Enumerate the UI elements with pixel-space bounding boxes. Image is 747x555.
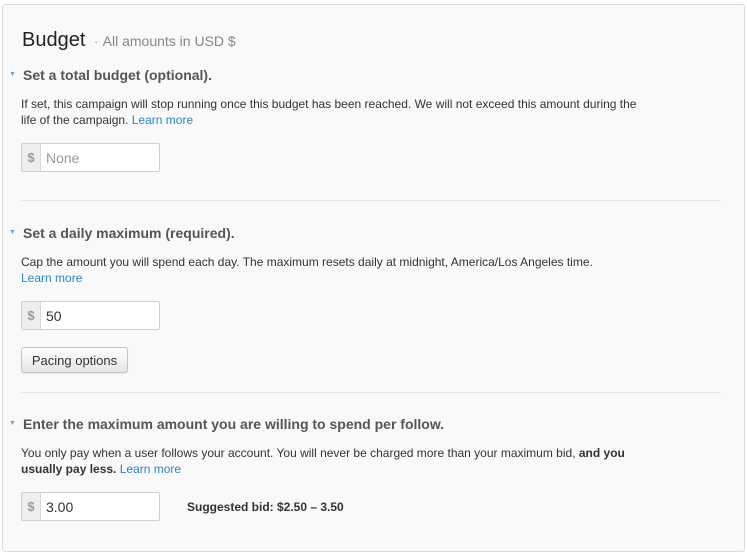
total-budget-learn-more-link[interactable]: Learn more xyxy=(132,113,193,127)
budget-heading: Budget · All amounts in USD $ xyxy=(22,29,236,52)
caret-down-icon: ▼ xyxy=(9,71,16,78)
max-bid-description-text: You only pay when a user follows your ac… xyxy=(21,446,576,460)
total-budget-input[interactable] xyxy=(41,144,156,171)
currency-note: All amounts in USD $ xyxy=(102,33,236,49)
daily-max-learn-more-link[interactable]: Learn more xyxy=(21,271,82,285)
suggested-bid-text: Suggested bid: $2.50 – 3.50 xyxy=(187,500,344,514)
total-budget-description-text: If set, this campaign will stop running … xyxy=(21,97,637,127)
currency-symbol: $ xyxy=(22,144,41,171)
max-bid-title: Enter the maximum amount you are willing… xyxy=(23,416,445,432)
daily-max-input[interactable] xyxy=(41,302,156,329)
total-budget-description: If set, this campaign will stop running … xyxy=(21,96,646,128)
section-divider xyxy=(21,392,721,393)
currency-symbol: $ xyxy=(22,493,41,520)
heading-separator: · xyxy=(93,34,99,49)
max-bid-field[interactable]: $ xyxy=(21,492,160,521)
budget-panel: Budget · All amounts in USD $ ▼ Set a to… xyxy=(2,4,745,552)
section-divider xyxy=(21,200,721,201)
currency-symbol: $ xyxy=(22,302,41,329)
max-bid-description: You only pay when a user follows your ac… xyxy=(21,445,646,477)
caret-down-icon: ▼ xyxy=(9,420,16,427)
daily-max-title: Set a daily maximum (required). xyxy=(23,225,235,241)
caret-down-icon: ▼ xyxy=(9,229,16,236)
total-budget-field[interactable]: $ xyxy=(21,143,160,172)
daily-max-description-text: Cap the amount you will spend each day. … xyxy=(21,255,593,269)
max-bid-learn-more-link[interactable]: Learn more xyxy=(120,462,181,476)
total-budget-title: Set a total budget (optional). xyxy=(23,67,212,83)
max-bid-input[interactable] xyxy=(41,493,156,520)
pacing-options-button[interactable]: Pacing options xyxy=(21,347,128,373)
daily-max-description: Cap the amount you will spend each day. … xyxy=(21,254,646,286)
daily-max-field[interactable]: $ xyxy=(21,301,160,330)
page-title: Budget xyxy=(22,29,86,51)
